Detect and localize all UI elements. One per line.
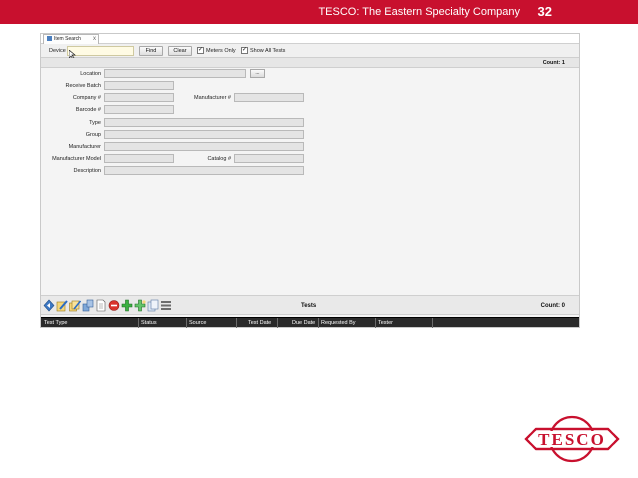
device-input[interactable]	[67, 46, 134, 56]
tab-close-icon[interactable]: x	[93, 35, 96, 44]
company-number-field[interactable]	[104, 93, 174, 102]
meters-only-label: Meters Only	[206, 48, 236, 54]
find-button[interactable]: Find	[139, 46, 163, 56]
tesco-logo: TESCO	[524, 415, 620, 463]
tesco-logo-text: TESCO	[538, 430, 606, 449]
results-count-bar: Count: 1	[41, 58, 579, 68]
barcode-field[interactable]	[104, 105, 174, 114]
manufacturer-number-field[interactable]	[234, 93, 304, 102]
manufacturer-number-label: Manufacturer #	[194, 95, 231, 101]
description-label: Description	[73, 168, 101, 174]
tab-item-search[interactable]: Item Search x	[43, 34, 99, 44]
column-header-tester[interactable]: Tester	[378, 320, 393, 326]
location-field[interactable]	[104, 69, 246, 78]
type-field[interactable]	[104, 118, 304, 127]
show-all-tests-label: Show All Tests	[250, 48, 286, 54]
results-count: Count: 1	[542, 60, 565, 66]
manufacturer-model-label: Manufacturer Model	[52, 156, 101, 162]
location-browse-button[interactable]: ...	[250, 69, 265, 78]
search-toolbar: Device Find Clear ✓ Meters Only ✓ Show A…	[41, 44, 579, 60]
column-divider	[277, 318, 278, 328]
meters-only-checkbox[interactable]: ✓	[197, 47, 204, 54]
clear-button[interactable]: Clear	[168, 46, 192, 56]
manufacturer-model-field[interactable]	[104, 154, 174, 163]
description-field[interactable]	[104, 166, 304, 175]
column-header-due-date[interactable]: Due Date	[292, 320, 315, 326]
column-divider	[318, 318, 319, 328]
show-all-tests-checkbox[interactable]: ✓	[241, 47, 248, 54]
search-tab-icon	[47, 36, 52, 42]
slide-header-bar: TESCO: The Eastern Specialty Company 32	[0, 0, 638, 24]
catalog-number-field[interactable]	[234, 154, 304, 163]
column-header-requested-by[interactable]: Requested By	[321, 320, 356, 326]
group-label: Group	[85, 132, 101, 138]
tests-panel-title: Tests	[301, 303, 317, 309]
column-header-source[interactable]: Source	[189, 320, 206, 326]
item-detail-form: Location ... Receive Batch Company # Man…	[41, 68, 579, 294]
tests-count: Count: 0	[540, 303, 565, 309]
slide-header-title: TESCO: The Eastern Specialty Company	[318, 6, 520, 18]
type-label: Type	[89, 120, 101, 126]
column-header-test-date[interactable]: Test Date	[248, 320, 271, 326]
item-search-window: Item Search x Device Find Clear ✓ Meters…	[40, 33, 580, 328]
column-divider	[186, 318, 187, 328]
receive-batch-label: Receive Batch	[65, 83, 101, 89]
tests-toolbar: Tests Count: 0	[41, 295, 579, 315]
manufacturer-field[interactable]	[104, 142, 304, 151]
edit-icon[interactable]	[56, 299, 68, 312]
column-divider	[138, 318, 139, 328]
catalog-number-label: Catalog #	[207, 156, 231, 162]
barcode-label: Barcode #	[75, 107, 101, 113]
add-multiple-icon[interactable]	[134, 299, 146, 312]
receive-batch-field[interactable]	[104, 81, 174, 90]
tests-grid-header: Test Type Status Source Test Date Due Da…	[41, 317, 579, 328]
edit-multiple-icon[interactable]	[69, 299, 81, 312]
tab-item-search-label: Item Search	[54, 36, 81, 42]
group-field[interactable]	[104, 130, 304, 139]
navigate-icon[interactable]	[43, 299, 55, 312]
add-icon[interactable]	[121, 299, 133, 312]
transfer-icon[interactable]	[82, 299, 94, 312]
remove-icon[interactable]	[108, 299, 120, 312]
column-divider	[236, 318, 237, 328]
column-header-test-type[interactable]: Test Type	[44, 320, 67, 326]
column-divider	[375, 318, 376, 328]
slide-number: 32	[537, 4, 552, 19]
copy-icon[interactable]	[147, 299, 159, 312]
column-divider	[432, 318, 433, 328]
manufacturer-label: Manufacturer	[68, 144, 101, 150]
location-label: Location	[80, 71, 101, 77]
column-header-status[interactable]: Status	[141, 320, 157, 326]
document-icon[interactable]	[95, 299, 107, 312]
list-icon[interactable]	[160, 299, 172, 312]
presentation-slide: TESCO: The Eastern Specialty Company 32 …	[0, 0, 638, 478]
device-label: Device	[49, 48, 66, 54]
company-number-label: Company #	[72, 95, 101, 101]
tab-strip: Item Search x	[41, 34, 579, 44]
